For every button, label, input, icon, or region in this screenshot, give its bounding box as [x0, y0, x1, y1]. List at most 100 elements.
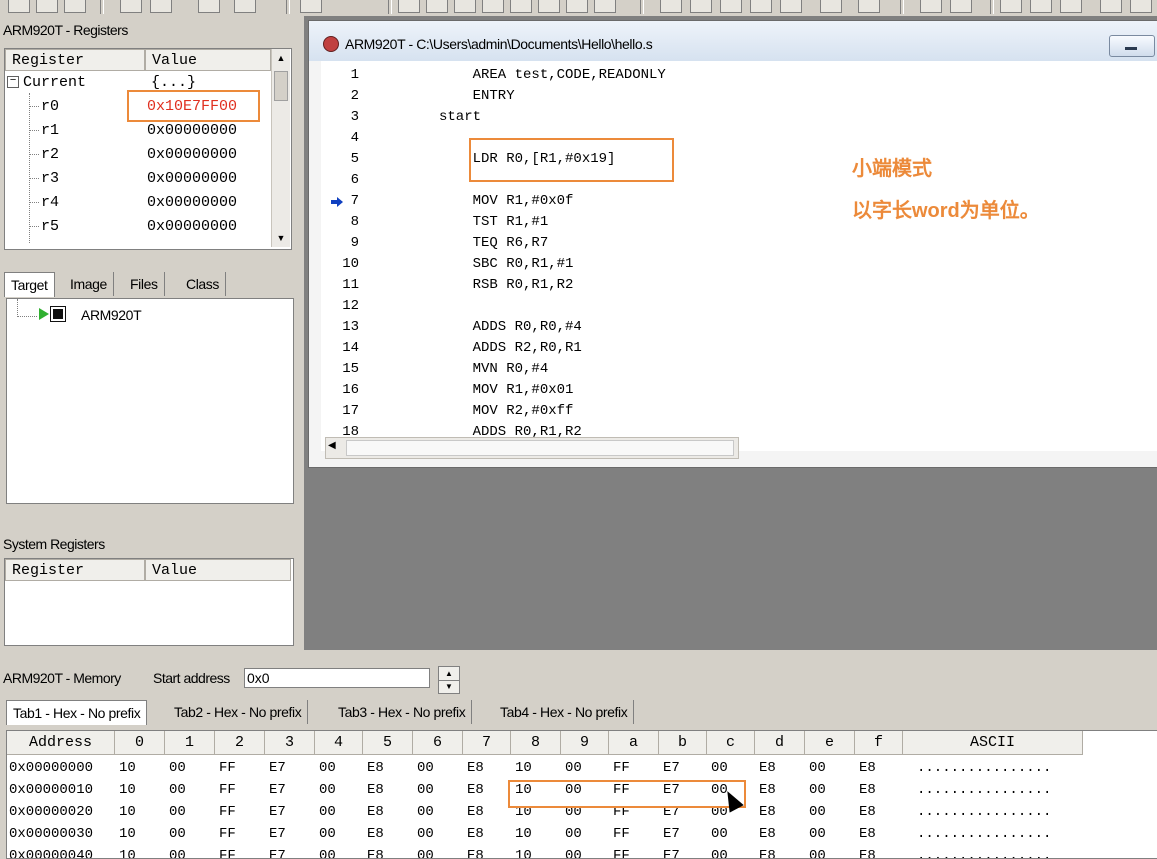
run-icon[interactable]: [820, 0, 842, 13]
collapse-icon[interactable]: −: [7, 76, 19, 88]
register-row[interactable]: r3 0x00000000: [29, 167, 289, 191]
tab-files[interactable]: Files: [124, 272, 165, 296]
registers-icon[interactable]: [1000, 0, 1022, 13]
memory-byte[interactable]: 10: [119, 757, 136, 779]
memory-byte[interactable]: 00: [565, 823, 582, 845]
register-row[interactable]: r4 0x00000000: [29, 191, 289, 215]
memory-byte[interactable]: E8: [859, 801, 876, 823]
memory-col-header[interactable]: 1: [165, 731, 215, 755]
tab-memory-1[interactable]: Tab1 - Hex - No prefix: [6, 700, 148, 725]
register-value[interactable]: 0x00000000: [147, 191, 237, 215]
memory-byte[interactable]: 10: [515, 823, 532, 845]
memory-byte[interactable]: 00: [319, 801, 336, 823]
save-icon[interactable]: [64, 0, 86, 13]
memory-byte[interactable]: E8: [467, 801, 484, 823]
tab-memory-2[interactable]: Tab2 - Hex - No prefix: [168, 700, 309, 724]
memory-byte[interactable]: 00: [319, 823, 336, 845]
editor-hscrollbar[interactable]: ◀: [325, 437, 739, 459]
open-icon[interactable]: [36, 0, 58, 13]
memory-byte[interactable]: E8: [859, 823, 876, 845]
memory-col-header[interactable]: c: [707, 731, 755, 755]
memory-col-header[interactable]: 0: [115, 731, 165, 755]
memory-byte[interactable]: 00: [417, 779, 434, 801]
new-icon[interactable]: [1100, 0, 1122, 13]
memory-byte[interactable]: 00: [809, 779, 826, 801]
memory-col-header[interactable]: 8: [511, 731, 561, 755]
memory-col-header[interactable]: f: [855, 731, 903, 755]
memory-byte[interactable]: 00: [417, 823, 434, 845]
memory-byte[interactable]: E8: [759, 823, 776, 845]
memory-col-header[interactable]: 9: [561, 731, 609, 755]
memory-byte[interactable]: 00: [169, 801, 186, 823]
register-value[interactable]: 0x00000000: [147, 143, 237, 167]
memory-byte[interactable]: 10: [515, 757, 532, 779]
memory-col-header[interactable]: ASCII: [903, 731, 1083, 755]
memory-byte[interactable]: 00: [809, 801, 826, 823]
minimize-button[interactable]: [1109, 35, 1155, 57]
registers-icon[interactable]: [482, 0, 504, 13]
tab-target[interactable]: Target: [4, 272, 55, 297]
scroll-up-icon[interactable]: ▲: [272, 49, 290, 67]
memory-byte[interactable]: E7: [269, 823, 286, 845]
col-register-header[interactable]: Register: [5, 49, 145, 71]
memory-byte[interactable]: 00: [565, 757, 582, 779]
memory-byte[interactable]: FF: [613, 757, 630, 779]
memory-byte[interactable]: FF: [219, 779, 236, 801]
tree-item-arm920t[interactable]: ARM920T: [81, 307, 142, 323]
memory-byte[interactable]: 00: [417, 757, 434, 779]
memory-byte[interactable]: E8: [367, 801, 384, 823]
build-icon[interactable]: [780, 0, 802, 13]
memory-byte[interactable]: 00: [169, 823, 186, 845]
register-value[interactable]: 0x00000000: [147, 215, 237, 239]
memory-byte[interactable]: 00: [319, 757, 336, 779]
run-icon[interactable]: [300, 0, 322, 13]
memory-byte[interactable]: FF: [219, 801, 236, 823]
sys-col-register-header[interactable]: Register: [5, 559, 145, 581]
memory-byte[interactable]: E8: [367, 779, 384, 801]
memory-col-header[interactable]: 2: [215, 731, 265, 755]
breakpoint-icon[interactable]: [510, 0, 532, 13]
memory-byte[interactable]: E7: [663, 823, 680, 845]
memory-col-header[interactable]: Address: [7, 731, 115, 755]
memory-byte[interactable]: FF: [219, 757, 236, 779]
sys-col-value-header[interactable]: Value: [145, 559, 291, 581]
memory-byte[interactable]: E7: [269, 757, 286, 779]
register-value[interactable]: 0x00000000: [147, 119, 237, 143]
memory-col-header[interactable]: d: [755, 731, 805, 755]
memory-col-header[interactable]: a: [609, 731, 659, 755]
memory-byte[interactable]: E7: [269, 801, 286, 823]
watch-icon[interactable]: [920, 0, 942, 13]
open-icon[interactable]: [594, 0, 616, 13]
memory-col-header[interactable]: 4: [315, 731, 363, 755]
address-spinner[interactable]: ▲ ▼: [438, 666, 460, 694]
tab-image[interactable]: Image: [64, 272, 114, 296]
register-row[interactable]: r1 0x00000000: [29, 119, 289, 143]
tab-memory-4[interactable]: Tab4 - Hex - No prefix: [494, 700, 635, 724]
memory-byte[interactable]: E8: [859, 779, 876, 801]
memory-byte[interactable]: 00: [711, 823, 728, 845]
memory-byte[interactable]: E8: [367, 757, 384, 779]
memory-byte[interactable]: E8: [759, 779, 776, 801]
memory-byte[interactable]: E8: [467, 823, 484, 845]
memory-byte[interactable]: E8: [859, 757, 876, 779]
memory-byte[interactable]: E7: [269, 779, 286, 801]
copy-icon[interactable]: [720, 0, 742, 13]
memory-col-header[interactable]: 7: [463, 731, 511, 755]
scroll-left-icon[interactable]: ◀: [328, 440, 336, 451]
memory-byte[interactable]: E7: [663, 757, 680, 779]
new-icon[interactable]: [8, 0, 30, 13]
memory-byte[interactable]: E8: [467, 779, 484, 801]
memory-byte[interactable]: 10: [119, 801, 136, 823]
memory-byte[interactable]: FF: [613, 823, 630, 845]
memory-byte[interactable]: 00: [417, 801, 434, 823]
memory-byte[interactable]: 00: [169, 779, 186, 801]
brace-icon[interactable]: [1060, 0, 1082, 13]
memory-byte[interactable]: E8: [759, 801, 776, 823]
memory-icon[interactable]: [950, 0, 972, 13]
memory-byte[interactable]: E8: [367, 823, 384, 845]
watch-icon[interactable]: [426, 0, 448, 13]
memory-icon[interactable]: [454, 0, 476, 13]
step-icon[interactable]: [858, 0, 880, 13]
code-area[interactable]: 1 AREA test,CODE,READONLY 2 ENTRY 3 start 4 5…: [321, 61, 1157, 451]
memory-byte[interactable]: E8: [467, 757, 484, 779]
